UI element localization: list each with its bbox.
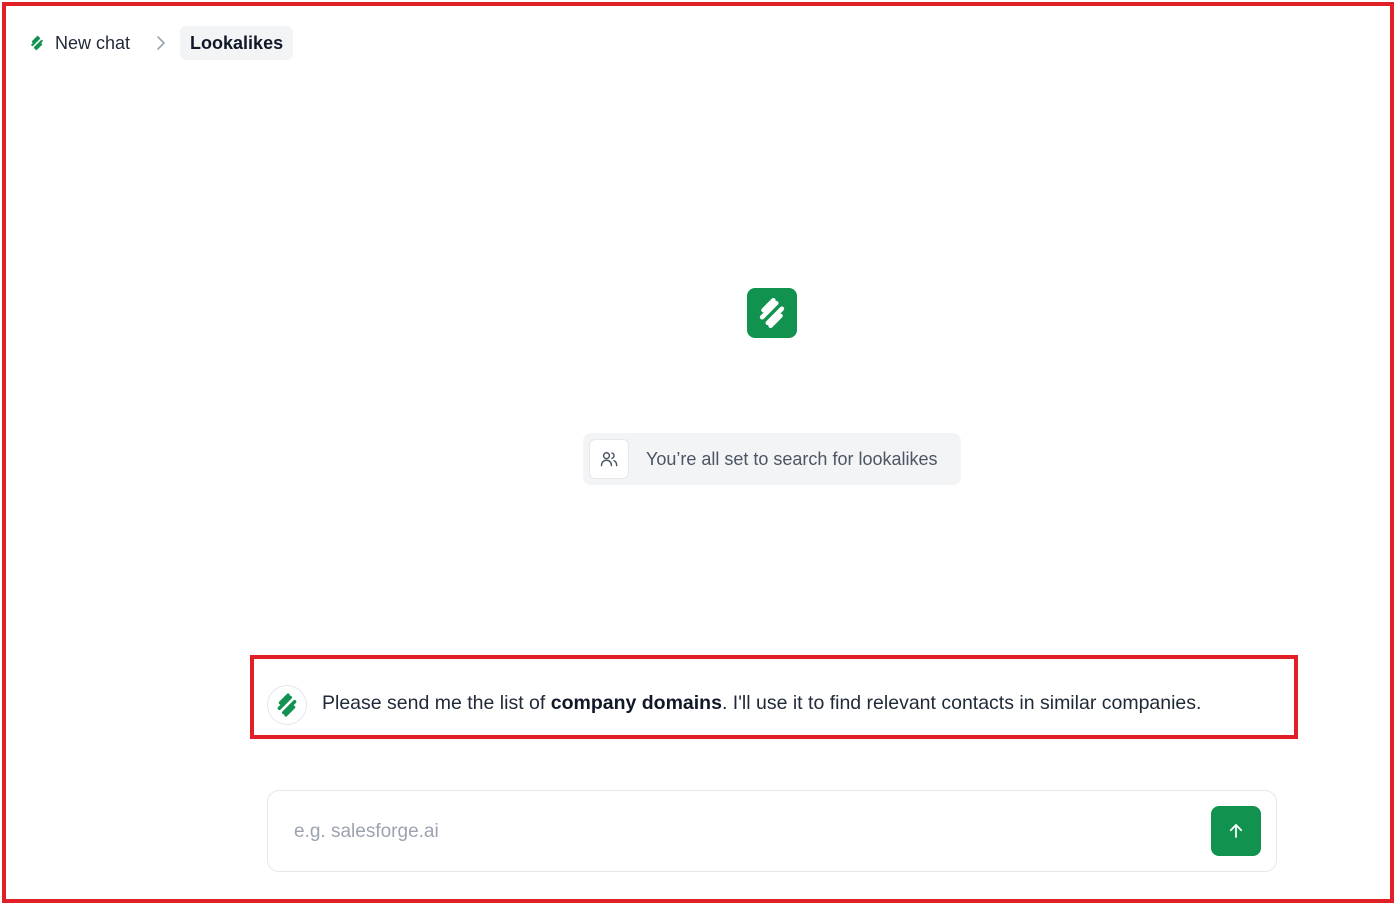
assistant-message: Please send me the list of company domai… [322, 692, 1201, 715]
arrow-up-icon [1229, 824, 1243, 838]
message-text-bold: company domains [550, 692, 722, 714]
message-text-after: . I'll use it to find relevant contacts … [721, 692, 1202, 714]
salesforge-logo-icon [277, 693, 297, 717]
chevron-right-icon [156, 36, 166, 50]
salesforge-logo-icon [747, 288, 797, 338]
send-button[interactable] [1211, 806, 1261, 856]
status-banner: You’re all set to search for lookalikes [583, 433, 961, 485]
breadcrumb-new-chat[interactable]: New chat [26, 26, 134, 60]
users-icon [589, 439, 629, 479]
domain-input[interactable] [292, 813, 1196, 851]
breadcrumb-lookalikes[interactable]: Lookalikes [180, 26, 294, 60]
breadcrumb-new-chat-label: New chat [55, 32, 131, 53]
assistant-avatar [267, 685, 307, 725]
message-text-before: Please send me the list of [322, 692, 551, 714]
status-text: You’re all set to search for lookalikes [646, 448, 938, 469]
composer [267, 790, 1277, 872]
salesforge-logo-icon [28, 34, 46, 52]
breadcrumb: New chat Lookalikes [26, 26, 294, 60]
